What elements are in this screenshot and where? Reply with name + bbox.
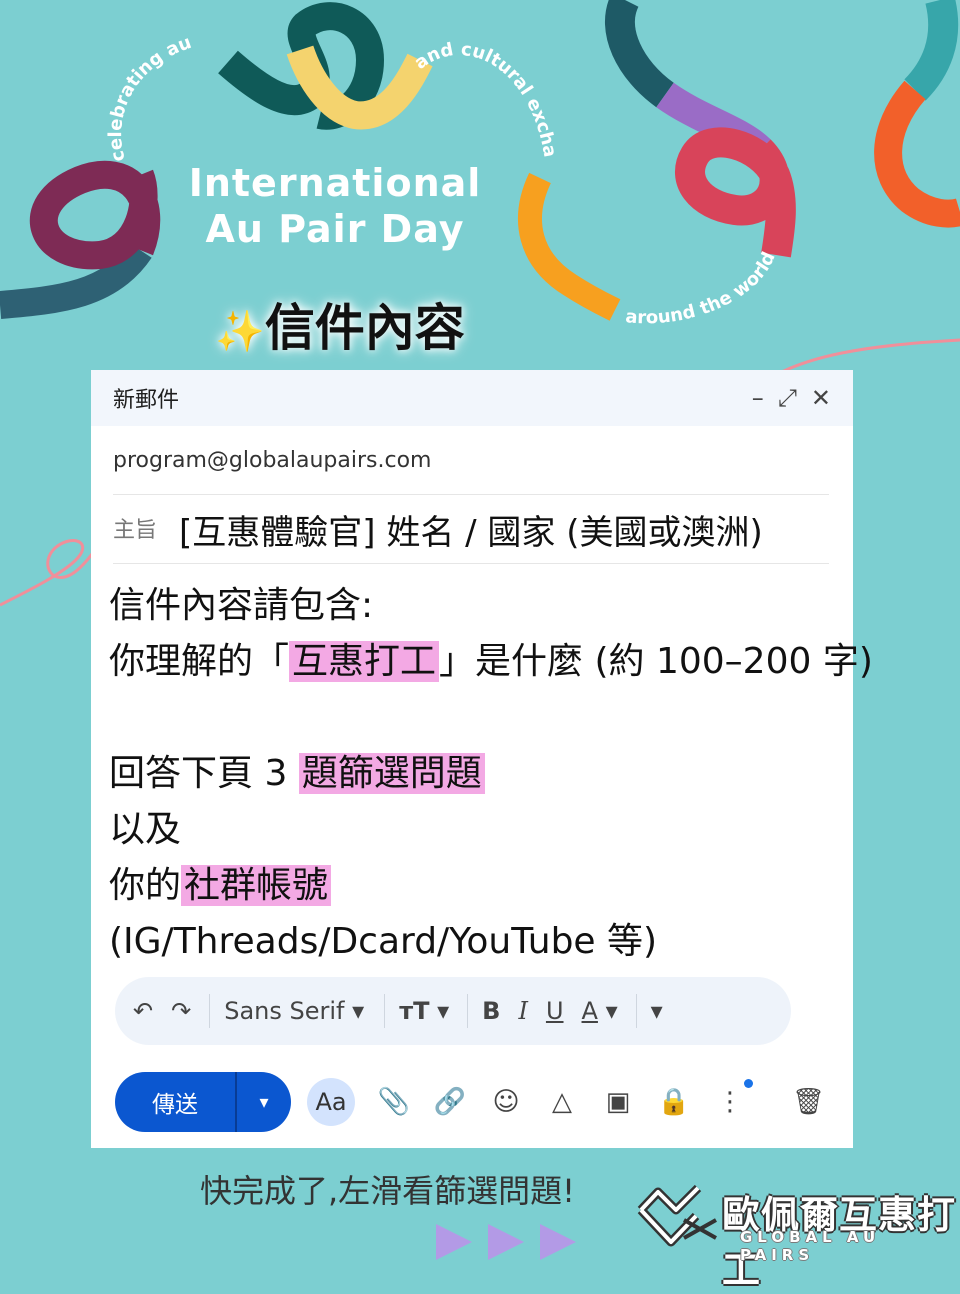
attach-icon[interactable]: 📎 — [377, 1087, 411, 1117]
hero-arc-bottom: around the world — [625, 249, 780, 329]
hero-title: International Au Pair Day — [185, 160, 485, 252]
compose-window: 新郵件 – ⤢ ✕ program@globalaupairs.com 主旨 [… — [91, 370, 873, 1148]
underline-button[interactable]: U — [546, 997, 564, 1025]
font-select[interactable]: Sans Serif ▾ — [224, 997, 364, 1025]
divider — [467, 994, 469, 1028]
send-button[interactable]: 傳送 ▾ — [115, 1072, 291, 1132]
close-icon[interactable]: ✕ — [811, 384, 831, 412]
notification-dot — [744, 1079, 753, 1088]
swipe-arrows-icon — [436, 1224, 576, 1260]
divider — [113, 563, 829, 564]
sparkle-icon: ✨ — [215, 309, 265, 355]
drive-icon[interactable]: △ — [545, 1087, 579, 1117]
body-line: 信件內容請包含: — [109, 585, 374, 626]
section-heading: ✨信件內容 — [215, 288, 465, 360]
minimize-icon[interactable]: – — [752, 384, 764, 412]
formatting-options-button[interactable]: Aa — [307, 1078, 355, 1126]
divider — [384, 994, 386, 1028]
chevron-down-icon: ▾ — [437, 997, 450, 1025]
compose-title: 新郵件 — [113, 388, 180, 413]
subject-field[interactable]: [互惠體驗官] 姓名 / 國家 (美國或澳洲) — [179, 505, 763, 554]
hero-title-line1: International — [188, 161, 482, 205]
photo-icon[interactable]: ▣ — [601, 1087, 635, 1117]
body-line: 你的社群帳號 — [109, 858, 839, 914]
italic-button[interactable]: I — [518, 997, 527, 1025]
more-formatting-button[interactable]: ▾ — [651, 997, 663, 1025]
to-field[interactable]: program@globalaupairs.com — [113, 448, 431, 473]
section-heading-text: 信件內容 — [264, 299, 465, 357]
expand-icon[interactable]: ⤢ — [778, 384, 797, 412]
chevron-down-icon: ▾ — [352, 997, 365, 1025]
body-line: 你理解的「互惠打工」是什麼 (約 100–200 字) — [109, 641, 873, 682]
highlight: 互惠打工 — [289, 641, 440, 682]
message-body[interactable]: 信件內容請包含: 你理解的「互惠打工」是什麼 (約 100–200 字) 回答下… — [109, 578, 873, 970]
hero-title-line2: Au Pair Day — [205, 207, 465, 251]
body-line: 以及 — [109, 809, 182, 850]
brand-logo-icon — [637, 1184, 717, 1247]
text-color-button[interactable]: A ▾ — [582, 997, 618, 1025]
body-line: 回答下頁 3 題篩選問題 — [109, 746, 839, 802]
body-line: (IG/Threads/Dcard/YouTube 等) — [109, 921, 658, 962]
text-size-button[interactable]: тT ▾ — [399, 997, 449, 1025]
more-options-icon[interactable]: ⋮ — [713, 1079, 753, 1117]
undo-icon[interactable]: ↶ — [133, 997, 153, 1025]
footer-hint: 快完成了,左滑看篩選問題! — [200, 1172, 576, 1210]
highlight: 題篩選問題 — [298, 753, 485, 794]
divider — [113, 494, 829, 495]
divider — [635, 994, 637, 1028]
emoji-icon[interactable]: ☺ — [489, 1087, 523, 1117]
send-label: 傳送 — [152, 1092, 198, 1118]
divider — [209, 994, 211, 1028]
chevron-down-icon: ▾ — [605, 997, 618, 1025]
action-bar: 傳送 ▾ Aa 📎 🔗 ☺ △ ▣ 🔒 ⋮ 🗑 — [115, 1070, 835, 1134]
trash-icon[interactable]: 🗑 — [792, 1087, 825, 1117]
redo-icon[interactable]: ↷ — [171, 997, 191, 1025]
highlight: 社群帳號 — [181, 865, 332, 906]
compose-header: 新郵件 – ⤢ ✕ — [91, 370, 853, 426]
brand-name-en: GLOBAL AU PAIRS — [740, 1228, 881, 1264]
send-options-icon[interactable]: ▾ — [235, 1072, 291, 1132]
body-blank-line — [109, 690, 839, 746]
confidential-mode-icon[interactable]: 🔒 — [657, 1087, 691, 1117]
bold-button[interactable]: B — [482, 997, 500, 1025]
formatting-toolbar: ↶ ↷ Sans Serif ▾ тT ▾ B I U A ▾ ▾ — [115, 977, 791, 1045]
subject-label: 主旨 — [113, 518, 158, 543]
link-icon[interactable]: 🔗 — [433, 1087, 467, 1117]
